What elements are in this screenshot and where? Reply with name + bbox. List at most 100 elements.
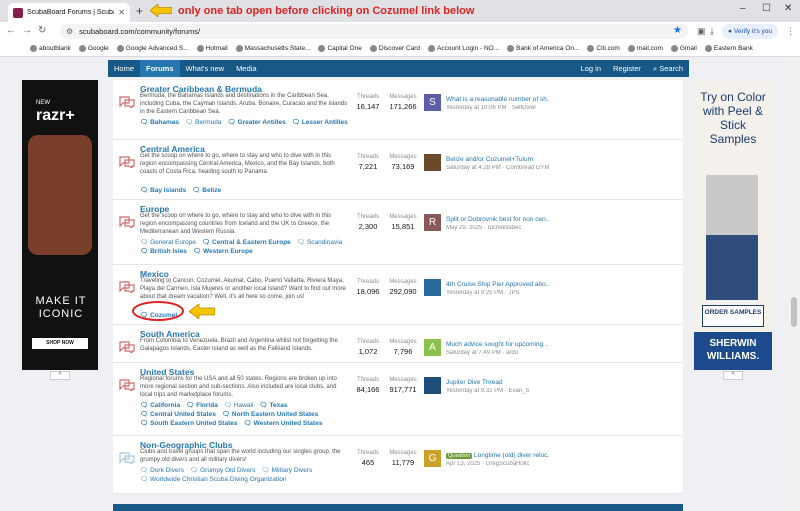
ad-right-banner[interactable]: Try on Color with Peel & Stick Samples O…	[694, 80, 772, 370]
subforum-link[interactable]: 🗨 Grumpy Old Divers	[190, 466, 255, 475]
subforum-link[interactable]: 🗨 Greater Antilles	[227, 118, 285, 127]
latest-thread-link[interactable]: Question Longtime (old) diver reloc...	[446, 452, 549, 459]
bookmark-favicon-icon	[78, 45, 86, 52]
bookmark-item[interactable]: Google Advanced S...	[116, 45, 189, 52]
threads-label: Threads	[356, 214, 379, 220]
bookmark-item[interactable]: Eastern Bank	[704, 45, 753, 52]
subforum-link[interactable]: 🗨 Lesser Antilles	[292, 118, 348, 127]
threads-stat: Threads 84,166	[348, 377, 388, 394]
user-avatar[interactable]	[424, 279, 441, 296]
bookmark-favicon-icon	[428, 45, 435, 52]
user-avatar[interactable]: R	[424, 214, 441, 231]
subforum-link[interactable]: 🗨 Western United States	[243, 419, 322, 428]
url-text: scubaboard.com/community/forums/	[79, 27, 201, 36]
nav-forums[interactable]: Forums	[140, 60, 180, 77]
ad-left-banner[interactable]: NEW razr+ MAKE IT ICONIC SHOP NOW	[22, 80, 98, 370]
verify-profile-button[interactable]: ● Verify it's you	[722, 24, 778, 39]
bookmark-item[interactable]: Bank of America On...	[507, 45, 579, 52]
ad-new-tag: NEW	[36, 100, 50, 106]
bookmark-item[interactable]: Massachusetts State...	[235, 45, 310, 52]
bookmark-item[interactable]: Capital One	[318, 45, 362, 52]
forum-node-list: Greater Caribbean & Bermuda Bermuda, the …	[113, 80, 683, 494]
downloads-icon[interactable]: ⤓	[710, 26, 714, 37]
register-link[interactable]: Register	[607, 60, 647, 77]
minimize-button[interactable]: –	[740, 3, 746, 14]
latest-thread-link[interactable]: 4th Cruise Ship Pier Approved abo...	[446, 281, 549, 288]
order-samples-button[interactable]: ORDER SAMPLES	[702, 305, 764, 327]
collapse-ad-right-icon[interactable]: ^	[723, 371, 743, 380]
address-bar[interactable]: ⚙ scubaboard.com/community/forums/ ★	[60, 24, 688, 39]
subforum-link[interactable]: 🗨 South Eastern United States	[140, 419, 237, 428]
user-avatar[interactable]: A	[424, 339, 441, 356]
user-avatar[interactable]	[424, 377, 441, 394]
subforum-link[interactable]: 🗨 Belize	[192, 186, 221, 195]
nav-home[interactable]: Home	[108, 60, 140, 77]
nav-whats-new[interactable]: What's new	[180, 60, 231, 77]
threads-label: Threads	[356, 94, 379, 100]
subforum-link[interactable]: 🗨 General Europe	[140, 238, 196, 247]
reload-icon[interactable]: ↻	[38, 25, 46, 36]
subforum-link[interactable]: 🗨 Central United States	[140, 410, 216, 419]
threads-stat: Threads 16,147	[348, 94, 388, 111]
bookmark-item[interactable]: Google	[78, 45, 109, 52]
subforum-link[interactable]: 🗨 Bahamas	[140, 118, 179, 127]
subforum-link[interactable]: 🗨 Bay Islands	[140, 186, 186, 195]
latest-thread-link[interactable]: Split or Dubrovnik best for non cen...	[446, 216, 549, 223]
subforum-link[interactable]: 🗨 Central & Eastern Europe	[202, 238, 291, 247]
subforum-label: Western United States	[253, 420, 323, 427]
messages-stat: Messages 7,796	[383, 339, 423, 356]
browser-tab[interactable]: ScubaBoard Forums | ScubaBoard ✕	[8, 3, 130, 22]
collapse-ad-icon[interactable]: ^	[50, 371, 70, 380]
site-info-icon[interactable]: ⚙	[66, 27, 73, 36]
subforum-link[interactable]: 🗨 Florida	[186, 401, 218, 410]
bookmark-item[interactable]: Citi.com	[587, 45, 620, 52]
user-avatar[interactable]: S	[424, 94, 441, 111]
maximize-button[interactable]: ☐	[762, 3, 771, 14]
subforum-icon: 🗨	[227, 119, 236, 126]
extensions-icon[interactable]: ▣	[697, 26, 706, 37]
ad-headline: MAKE IT ICONIC	[35, 295, 87, 320]
bookmark-item[interactable]: Account Login - NO...	[428, 45, 499, 52]
ad-shop-now-button[interactable]: SHOP NOW	[32, 338, 88, 349]
bookmark-item[interactable]: Hotmail	[196, 45, 228, 52]
close-window-button[interactable]: ✕	[784, 3, 792, 14]
latest-thread-link[interactable]: Belize and/or Cozumel+Tulum	[446, 156, 549, 163]
threads-stat: Threads 465	[348, 450, 388, 467]
new-tab-button[interactable]: +	[136, 4, 143, 18]
bookmark-item[interactable]: Discover Card	[369, 45, 420, 52]
bookmark-favicon-icon	[369, 45, 377, 52]
subforum-link[interactable]: 🗨 Western Europe	[193, 247, 253, 256]
forward-icon[interactable]: →	[22, 25, 32, 36]
subforum-link[interactable]: 🗨 North Eastern United States	[222, 410, 318, 419]
close-tab-icon[interactable]: ✕	[118, 8, 125, 17]
menu-icon[interactable]: ⋮	[786, 26, 795, 37]
forum-node: Europe Get the scoop on where to go, wher…	[113, 200, 683, 265]
bookmark-item[interactable]: Gmail	[670, 45, 697, 52]
threads-label: Threads	[356, 377, 379, 383]
subforum-link[interactable]: 🗨 Military Divers	[261, 466, 312, 475]
nav-media[interactable]: Media	[230, 60, 262, 77]
back-icon[interactable]: ←	[6, 25, 16, 36]
latest-thread-link[interactable]: What is a reasonable number of sh...	[446, 96, 549, 103]
user-avatar[interactable]	[424, 154, 441, 171]
user-avatar[interactable]: G	[424, 450, 441, 467]
latest-thread-link[interactable]: Much advice sought for upcoming ...	[446, 341, 549, 348]
scroll-thumb[interactable]	[791, 297, 797, 327]
subforum-link[interactable]: 🗨 Bermuda	[185, 118, 221, 127]
latest-thread-link[interactable]: Jupiter Dive Thread	[446, 379, 549, 386]
bookmark-item[interactable]: aboutblank	[30, 45, 71, 52]
search-link[interactable]: ⌕ Search	[647, 60, 689, 77]
page-scrollbar[interactable]	[788, 57, 800, 511]
subforum-link[interactable]: 🗨 Dork Divers	[140, 466, 184, 475]
subforum-link[interactable]: 🗨 British Isles	[140, 247, 187, 256]
bookmark-item[interactable]: mail.com	[627, 45, 663, 52]
subforum-link[interactable]: 🗨 California	[140, 401, 180, 410]
subforum-link[interactable]: 🗨 Worldwide Christian Scuba Diving Organ…	[140, 475, 287, 484]
threads-label: Threads	[356, 450, 379, 456]
subforum-link[interactable]: 🗨 Scandinavia	[297, 238, 343, 247]
subforum-link[interactable]: 🗨 Hawaii	[224, 401, 254, 410]
login-link[interactable]: Log in	[575, 60, 607, 77]
subforum-label: Greater Antilles	[237, 119, 286, 126]
bookmark-star-icon[interactable]: ★	[673, 25, 682, 36]
subforum-link[interactable]: 🗨 Texas	[259, 401, 287, 410]
